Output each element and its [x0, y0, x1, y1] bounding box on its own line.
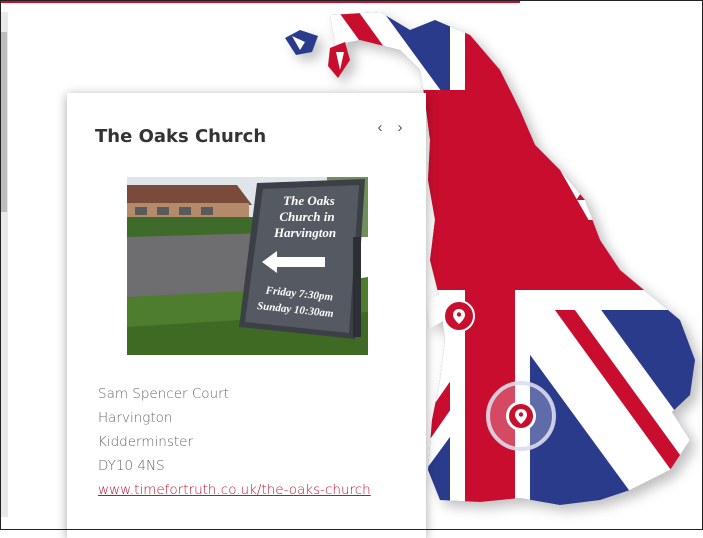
- sign-line-2: Church in: [279, 209, 334, 224]
- church-photo: The Oaks Church in Harvington Friday 7:3…: [127, 177, 368, 355]
- sign-line-1: The Oaks: [283, 193, 335, 208]
- church-sign: The Oaks Church in Harvington Friday 7:3…: [239, 179, 365, 339]
- address-postcode: DY10 4NS: [98, 458, 165, 474]
- address-block: Sam Spencer Court Harvington Kidderminst…: [98, 382, 371, 502]
- address-line-3: Kidderminster: [98, 434, 194, 450]
- location-info-card: The Oaks Church ‹ › The Oaks Church in H…: [67, 93, 426, 538]
- website-link[interactable]: www.timefortruth.co.uk/the-oaks-church: [98, 482, 371, 498]
- map-marker-2-selected[interactable]: [486, 381, 556, 451]
- address-line-2: Harvington: [98, 410, 173, 426]
- scrollbar[interactable]: [0, 12, 8, 517]
- sign-line-3: Harvington: [273, 225, 336, 240]
- map-marker-1[interactable]: [443, 300, 475, 332]
- address-line-1: Sam Spencer Court: [98, 386, 229, 402]
- card-title: The Oaks Church: [95, 126, 267, 147]
- top-accent-bar: [0, 0, 520, 3]
- chevron-right-icon[interactable]: ›: [392, 119, 408, 136]
- chevron-left-icon[interactable]: ‹: [372, 119, 388, 136]
- scrollbar-thumb[interactable]: [1, 32, 7, 212]
